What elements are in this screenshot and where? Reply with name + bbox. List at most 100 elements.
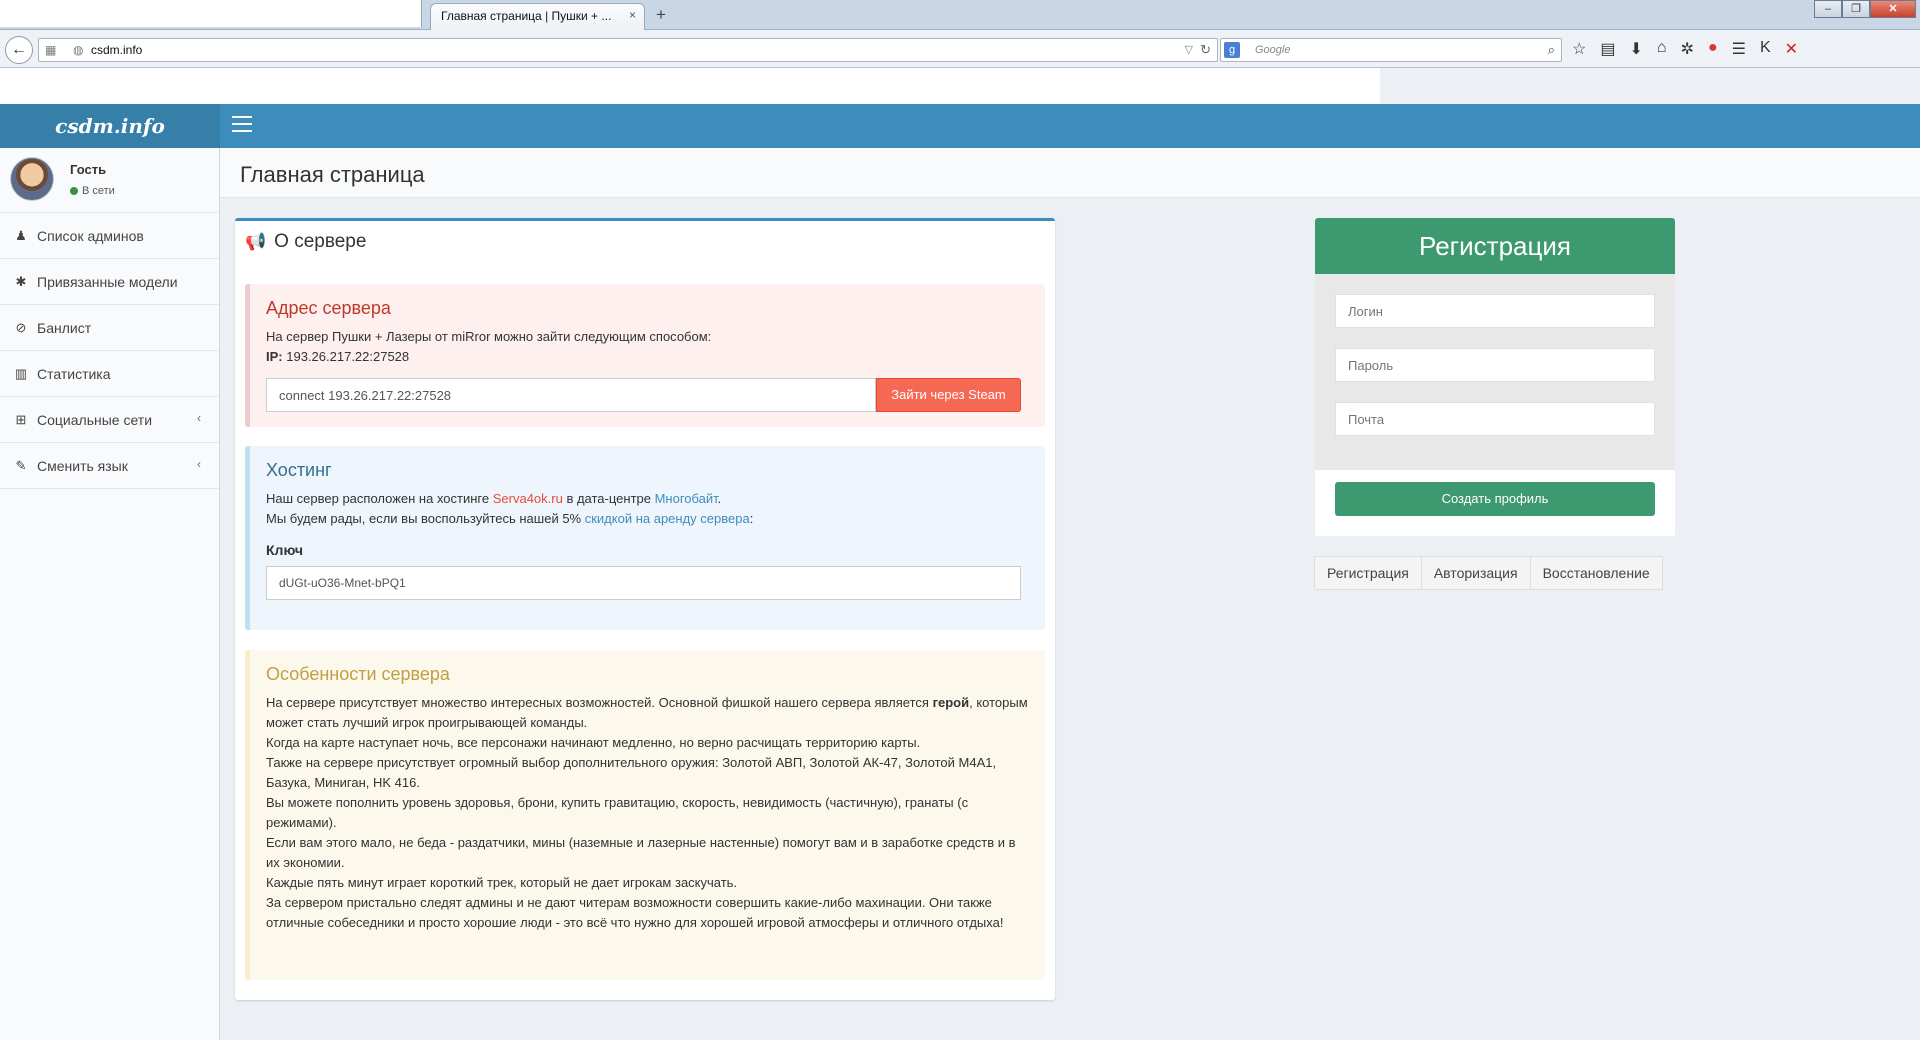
feature-paragraph: Каждые пять минут играет короткий трек, … — [266, 875, 738, 890]
hosting-text: . — [717, 491, 722, 506]
home-icon[interactable]: ⌂ — [1657, 39, 1667, 59]
bar-chart-icon: ▥ — [14, 366, 28, 381]
datacenter-link[interactable]: Многобайт — [655, 491, 718, 506]
sidebar-item-label: Привязанные модели — [37, 274, 178, 290]
back-button[interactable]: ← — [5, 36, 33, 64]
sidebar-toggle-icon[interactable] — [232, 116, 252, 137]
registration-form — [1315, 274, 1675, 470]
sidebar-item-admins[interactable]: ♟ Список админов — [0, 213, 219, 259]
sidebar-item-label: Список админов — [37, 228, 144, 244]
search-icon[interactable]: ⌕ — [1548, 42, 1555, 58]
search-bar[interactable]: g Google ⌕ — [1220, 38, 1562, 62]
hosting-line-1: Наш сервер расположен на хостинге Serva4… — [266, 489, 1029, 509]
globe-icon: ◍ — [73, 43, 84, 57]
window-controls: – ❐ ✕ — [1814, 0, 1916, 18]
server-address-callout: Адрес сервера На сервер Пушки + Лазеры о… — [245, 284, 1045, 427]
create-profile-button[interactable]: Создать профиль — [1335, 482, 1655, 516]
sidebar: Гость В сети ♟ Список админов ✱ Привязанны… — [0, 148, 220, 1040]
user-status: В сети — [70, 185, 115, 197]
new-tab-button[interactable]: + — [656, 5, 666, 25]
key-input[interactable]: dUGt-uO36-Mnet-bPQ1 — [266, 566, 1021, 600]
sidebar-item-label: Сменить язык — [37, 458, 128, 474]
sidebar-item-label: Банлист — [37, 320, 92, 336]
browser-navbar: ← ▦ ◍ csdm.info ▽ ↻ g Google ⌕ ☆ ▤ ⬇ ⌂ ✲… — [0, 30, 1920, 68]
bullhorn-icon: 📢 — [245, 232, 267, 251]
sidebar-item-language[interactable]: ✎ Сменить язык ‹ — [0, 443, 219, 489]
host-link[interactable]: Serva4ok.ru — [493, 491, 563, 506]
browser-tabbar: Главная страница | Пушки + ... × + – ❐ ✕ — [0, 0, 1920, 30]
download-icon[interactable]: ⬇ — [1629, 39, 1642, 59]
tab-recovery[interactable]: Восстановление — [1529, 556, 1663, 590]
reload-icon[interactable]: ↻ — [1200, 42, 1211, 58]
connect-input[interactable] — [266, 378, 876, 412]
page-icon: ▦ — [45, 43, 57, 57]
content-header: Главная страница — [220, 148, 1920, 198]
dropdown-icon[interactable]: ▽ — [1185, 43, 1193, 56]
sidebar-item-banlist[interactable]: ⊘ Банлист — [0, 305, 219, 351]
browser-toolbar: ☆ ▤ ⬇ ⌂ ✲ ● ☰ K ✕ — [1572, 39, 1798, 59]
connect-group: Зайти через Steam — [266, 378, 1021, 412]
password-input[interactable] — [1335, 348, 1655, 382]
page-title: Главная страница — [240, 162, 425, 187]
feature-paragraph: Когда на карте наступает ночь, все персо… — [266, 735, 921, 750]
tab-close-icon[interactable]: × — [629, 8, 636, 22]
feature-paragraph: Также на сервере присутствует огромный в… — [266, 755, 997, 790]
adblock-icon[interactable]: ● — [1708, 39, 1718, 59]
pencil-icon: ✎ — [15, 458, 27, 473]
google-icon[interactable]: g — [1224, 42, 1240, 58]
auth-tab-group: Регистрация Авторизация Восстановление — [1314, 556, 1663, 590]
addon-icon[interactable]: ✲ — [1681, 39, 1694, 59]
avatar — [10, 157, 54, 201]
hero-bold: герой — [932, 695, 970, 710]
site-topbar: csdm.info — [0, 104, 1920, 148]
banner-area — [0, 68, 1380, 104]
hosting-text: в дата-центре — [562, 491, 655, 506]
sidebar-item-social[interactable]: ⊞ Социальные сети ‹ — [0, 397, 219, 443]
steam-connect-button[interactable]: Зайти через Steam — [876, 378, 1021, 412]
chevron-left-icon: ‹ — [197, 457, 201, 471]
plus-square-icon: ⊞ — [15, 412, 27, 427]
tab-login[interactable]: Авторизация — [1420, 556, 1531, 590]
sidebar-item-stats[interactable]: ▥ Статистика — [0, 351, 219, 397]
browser-tab[interactable]: Главная страница | Пушки + ... × — [430, 3, 645, 30]
feature-paragraph: Вы можете пополнить уровень здоровья, бр… — [266, 795, 969, 830]
blank-tab-area — [0, 0, 422, 27]
hosting-text: Наш сервер расположен на хостинге — [266, 491, 493, 506]
email-input[interactable] — [1335, 402, 1655, 436]
chevron-left-icon: ‹ — [197, 411, 201, 425]
site-logo[interactable]: csdm.info — [0, 104, 220, 148]
close-window-button[interactable]: ✕ — [1870, 0, 1916, 18]
bookmarks-list-icon[interactable]: ▤ — [1600, 39, 1615, 59]
callout-heading: Особенности сервера — [266, 664, 450, 684]
login-input[interactable] — [1335, 294, 1655, 328]
hosting-text: : — [749, 511, 754, 526]
box-title: 📢 О сервере — [245, 231, 366, 253]
extension-icon[interactable]: ✕ — [1785, 39, 1798, 59]
online-dot-icon — [70, 187, 78, 196]
feature-paragraph: За сервером пристально следят админы и н… — [266, 895, 1004, 930]
feature-paragraph: Если вам этого мало, не беда - раздатчик… — [266, 835, 1016, 870]
user-name: Гость — [70, 162, 107, 177]
box-title-text: О сервере — [274, 231, 367, 252]
menu-icon[interactable]: ☰ — [1732, 39, 1746, 59]
bug-icon: ✱ — [15, 274, 27, 289]
ip-line: IP: 193.26.217.22:27528 — [266, 347, 1029, 367]
url-bar[interactable]: ▦ ◍ csdm.info ▽ ↻ — [38, 38, 1218, 62]
bookmark-star-icon[interactable]: ☆ — [1572, 39, 1586, 59]
kaspersky-icon[interactable]: K — [1760, 39, 1771, 59]
page: csdm.info Гость В сети ♟ Список админов ✱… — [0, 68, 1920, 1040]
ip-value: 193.26.217.22:27528 — [286, 349, 410, 364]
address-text: На сервер Пушки + Лазеры от miRror можно… — [266, 329, 712, 344]
sidebar-item-models[interactable]: ✱ Привязанные модели — [0, 259, 219, 305]
ip-label: IP: — [266, 349, 283, 364]
tab-title: Главная страница | Пушки + ... — [441, 9, 612, 23]
minimize-button[interactable]: – — [1814, 0, 1842, 18]
callout-heading: Адрес сервера — [266, 298, 391, 318]
user-panel: Гость В сети — [0, 148, 219, 213]
tab-registration[interactable]: Регистрация — [1314, 556, 1422, 590]
user-icon: ♟ — [15, 228, 27, 243]
sidebar-item-label: Социальные сети — [37, 412, 153, 428]
features-callout: Особенности сервера На сервере присутств… — [245, 650, 1045, 980]
maximize-button[interactable]: ❐ — [1842, 0, 1870, 18]
discount-link[interactable]: скидкой на аренду сервера — [585, 511, 750, 526]
